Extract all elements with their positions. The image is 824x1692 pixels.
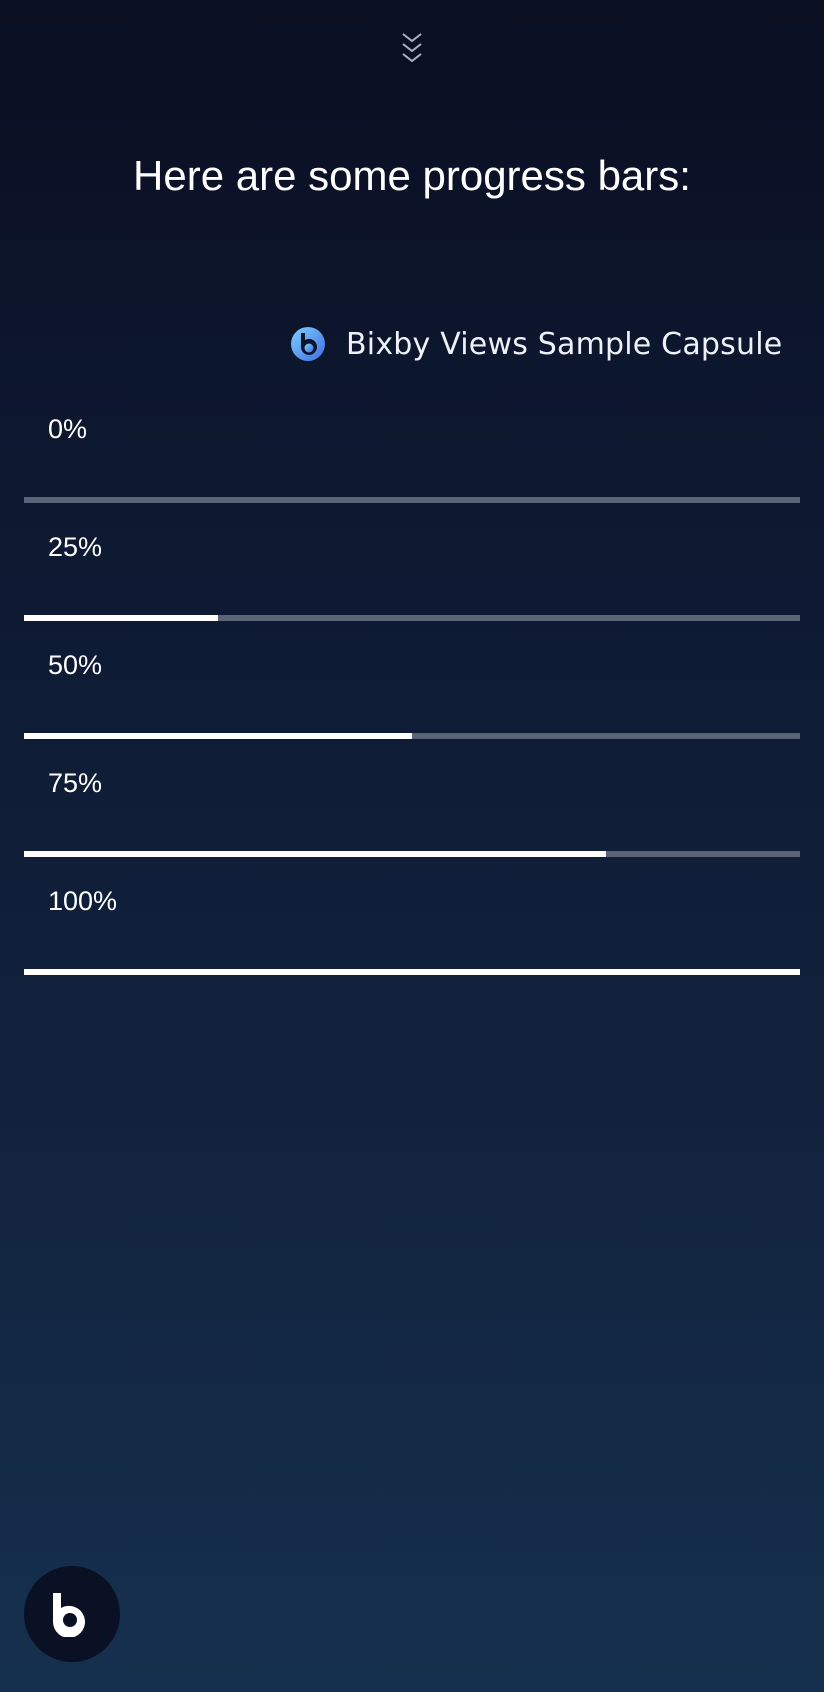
- progress-bar-list: 0% 25% 50% 75% 100%: [24, 382, 800, 975]
- progress-bar-item: 75%: [24, 736, 800, 857]
- bixby-button[interactable]: [24, 1566, 120, 1662]
- progress-bar-item: 50%: [24, 618, 800, 739]
- triple-chevron-down-icon: [402, 33, 422, 63]
- progress-label: 0%: [48, 414, 88, 444]
- progress-bar-item: 25%: [24, 500, 800, 621]
- bixby-logo-icon: [53, 1593, 85, 1637]
- capsule-attribution[interactable]: Bixby Views Sample Capsule: [290, 318, 782, 370]
- progress-label: 50%: [48, 650, 103, 680]
- progress-bar-item: 0%: [24, 382, 800, 503]
- bixby-capsule-icon: [291, 327, 325, 361]
- progress-track: [24, 969, 800, 975]
- collapse-button[interactable]: [392, 28, 432, 68]
- progress-label: 25%: [48, 532, 103, 562]
- capsule-name: Bixby Views Sample Capsule: [346, 326, 783, 362]
- progress-label: 75%: [48, 768, 103, 798]
- progress-fill: [24, 969, 800, 975]
- progress-label: 100%: [48, 886, 118, 916]
- progress-bar-item: 100%: [24, 854, 800, 975]
- page-title: Here are some progress bars:: [133, 152, 691, 199]
